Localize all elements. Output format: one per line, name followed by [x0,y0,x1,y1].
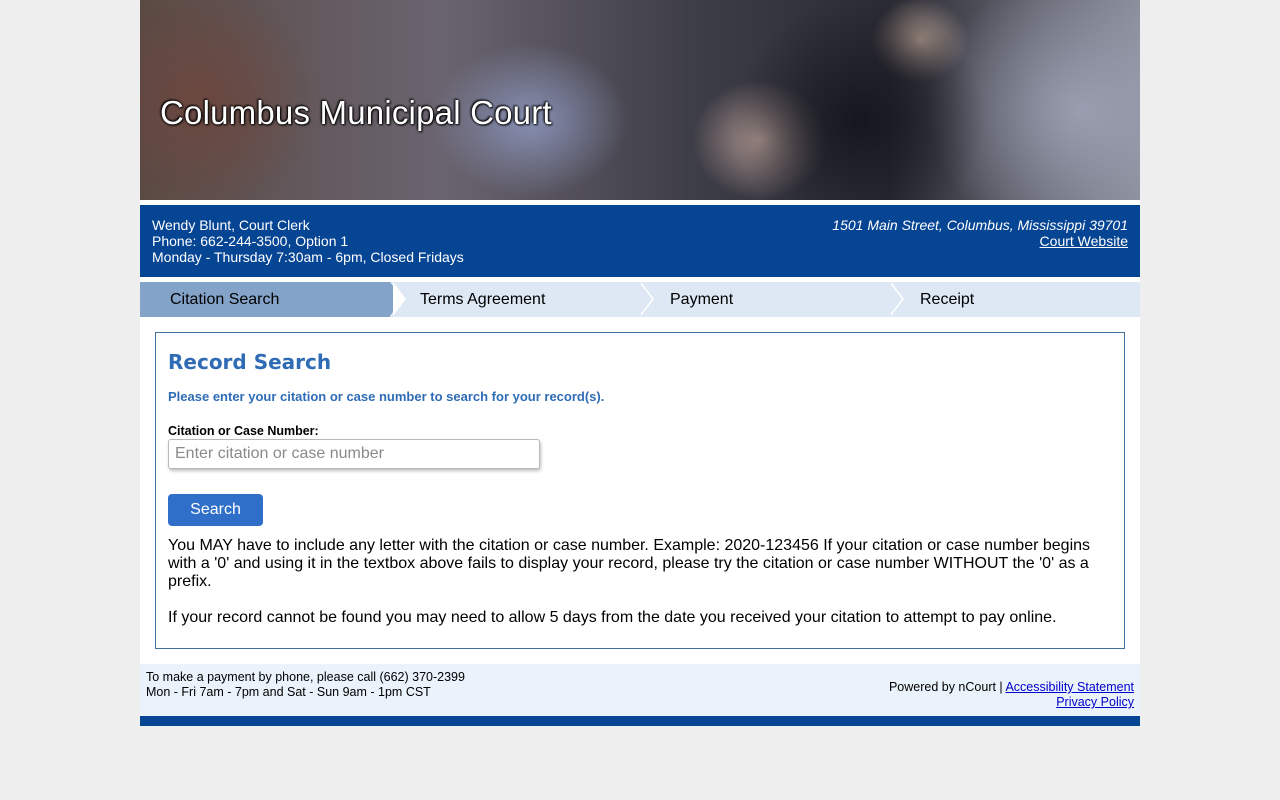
step-terms-agreement: Terms Agreement [420,282,640,317]
record-search-heading: Record Search [168,350,332,374]
step-label: Citation Search [170,291,280,308]
court-info-bar: Wendy Blunt, Court Clerk Phone: 662-244-… [140,205,1140,277]
powered-by-text: Powered by nCourt | [888,680,1006,694]
letter-prefix-note: You MAY have to include any letter with … [168,537,1091,590]
step-receipt: Receipt [920,282,1140,317]
step-divider [393,282,406,316]
page-container: Columbus Municipal Court Wendy Blunt, Co… [140,0,1140,726]
phone-payment-line: To make a payment by phone, please call … [146,670,465,684]
clerk-name: Wendy Blunt, Court Clerk [152,217,310,233]
phone-payment-info: To make a payment by phone, please call … [146,670,465,700]
accessibility-statement-link[interactable]: Accessibility Statement [1005,680,1134,694]
search-instructions: Please enter your citation or case numbe… [168,389,605,404]
clerk-phone: Phone: 662-244-3500, Option 1 [152,233,349,249]
step-label: Terms Agreement [420,291,546,308]
footer-links: Powered by nCourt | Accessibility Statem… [889,680,1134,710]
progress-steps: Citation Search Terms Agreement Payment … [140,282,1140,317]
privacy-policy-link[interactable]: Privacy Policy [1056,695,1134,709]
step-label: Receipt [920,291,975,308]
court-address: 1501 Main Street, Columbus, Mississippi … [832,217,1128,233]
step-label: Payment [670,291,734,308]
step-payment: Payment [670,282,890,317]
citation-input[interactable] [168,439,540,469]
header-banner: Columbus Municipal Court [140,0,1140,200]
search-button[interactable]: Search [168,494,263,526]
clerk-info: Wendy Blunt, Court Clerk Phone: 662-244-… [152,217,464,265]
footer: To make a payment by phone, please call … [140,664,1140,716]
phone-payment-hours: Mon - Fri 7am - 7pm and Sat - Sun 9am - … [146,685,431,699]
clerk-hours: Monday - Thursday 7:30am - 6pm, Closed F… [152,249,464,265]
step-citation-search: Citation Search [140,282,390,317]
step-divider [639,282,652,316]
step-divider [889,282,902,316]
citation-field-label: Citation or Case Number: [168,424,319,438]
court-address-info: 1501 Main Street, Columbus, Mississippi … [832,217,1128,249]
footer-bar [140,716,1140,726]
court-title: Columbus Municipal Court [160,94,552,131]
court-website-link[interactable]: Court Website [1040,233,1128,249]
record-availability-note: If your record cannot be found you may n… [168,609,1057,626]
record-search-panel: Record Search Please enter your citation… [155,332,1125,649]
